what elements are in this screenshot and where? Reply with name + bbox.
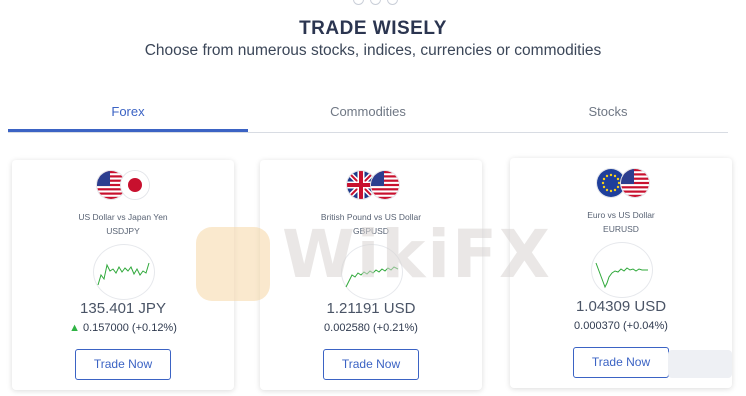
tab-forex[interactable]: Forex [8,98,248,132]
market-tabs: Forex Commodities Stocks [8,98,728,133]
sparkline-chart [341,244,403,300]
flag-pair [260,170,482,200]
pair-code: GBPUSD [353,226,389,236]
trade-now-button[interactable]: Trade Now [323,349,419,380]
pair-name: Euro vs US Dollar [587,210,655,220]
tab-commodities[interactable]: Commodities [248,98,488,130]
carousel-dot[interactable] [387,0,398,5]
flag-pair [510,168,732,198]
faded-overlay-shape [668,350,732,378]
price-value: 1.21191 USD [326,300,416,317]
section-title: TRADE WISELY [299,18,447,39]
tab-stocks[interactable]: Stocks [488,98,728,130]
sparkline-chart [591,242,653,298]
trade-now-button[interactable]: Trade Now [573,347,669,378]
pair-code: EURUSD [603,224,639,234]
carousel-dots [353,0,398,5]
arrow-up-icon: ▲ [69,322,80,334]
carousel-dot[interactable] [353,0,364,5]
section-subtitle: Choose from numerous stocks, indices, cu… [144,42,602,59]
price-change: ▲ 0.157000 (+0.12%) [12,322,234,334]
price-value: 135.401 JPY [80,300,166,317]
carousel-dot[interactable] [370,0,381,5]
japan-flag-icon [120,170,150,200]
trade-now-button[interactable]: Trade Now [75,349,171,380]
sparkline-chart [93,244,155,300]
price-value: 1.04309 USD [575,298,667,315]
flag-pair [12,170,234,200]
us-flag-icon [620,168,650,198]
pair-code: USDJPY [106,226,140,236]
us-flag-icon [370,170,400,200]
change-text: 0.157000 (+0.12%) [83,322,177,334]
instrument-card-usdjpy: US Dollar vs Japan Yen USDJPY 135.401 JP… [12,160,234,390]
pair-name: US Dollar vs Japan Yen [78,212,168,222]
price-change: 0.002580 (+0.21%) [324,322,418,334]
pair-name: British Pound vs US Dollar [320,212,422,222]
instrument-card-gbpusd: British Pound vs US Dollar GBPUSD 1.2119… [260,160,482,390]
price-change: 0.000370 (+0.04%) [574,320,668,332]
